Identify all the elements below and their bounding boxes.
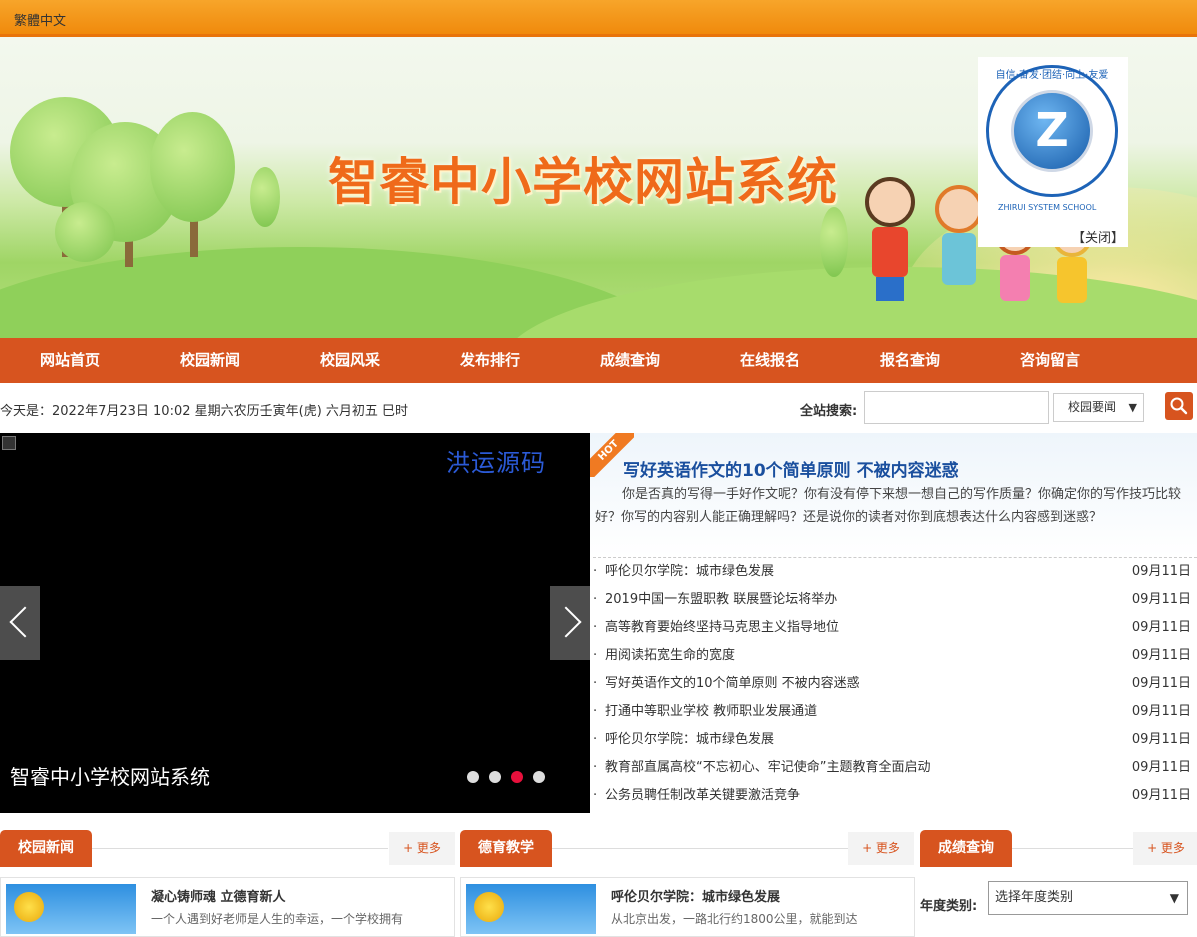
grade-year-select[interactable]: 选择年度类别 ▼	[988, 881, 1188, 915]
list-item[interactable]: · 打通中等职业学校 教师职业发展通道 09月11日	[593, 701, 1191, 729]
slider-dot[interactable]	[489, 771, 501, 783]
section-tab-campus-news[interactable]: 校园新闻	[0, 830, 92, 867]
list-item[interactable]: · 2019中国一东盟职教 联展暨论坛将举办 09月11日	[593, 589, 1191, 617]
news-thumbnail	[466, 884, 596, 934]
tree-illustration	[250, 167, 280, 227]
news-card[interactable]: 凝心铸师魂 立德育新人 一个人遇到好老师是人生的幸运，一个学校拥有	[0, 877, 455, 937]
nav-item-online-signup[interactable]: 在线报名	[700, 338, 840, 383]
nav-item-home[interactable]: 网站首页	[0, 338, 140, 383]
search-icon	[1170, 397, 1188, 415]
news-thumbnail	[6, 884, 136, 934]
tree-illustration	[55, 202, 115, 262]
slider-caption: 智睿中小学校网站系统	[10, 765, 210, 789]
banner: 智睿中小学校网站系统 自信·奋发·团结·向上·友爱 Z ZHIRUI SYSTE…	[0, 37, 1197, 338]
divider	[593, 557, 1197, 558]
nav-item-campus-style[interactable]: 校园风采	[280, 338, 420, 383]
more-link[interactable]: + 更多	[1133, 832, 1197, 865]
date-display: 今天是：2022年7月23日 10:02 星期六农历壬寅年(虎) 六月初五 巳时	[0, 404, 409, 419]
section-tab-grade-query[interactable]: 成绩查询	[920, 830, 1012, 867]
list-item[interactable]: · 用阅读拓宽生命的宽度 09月11日	[593, 645, 1191, 673]
slider-prev-button[interactable]	[0, 586, 40, 660]
watermark: 洪运源码	[446, 449, 546, 477]
banner-title: 智睿中小学校网站系统	[328, 153, 838, 211]
tree-illustration	[150, 112, 235, 222]
news-card[interactable]: 呼伦贝尔学院：城市绿色发展 从北京出发，一路北行约1800公里，就能到达	[460, 877, 915, 937]
grade-year-label: 年度类别:	[920, 899, 978, 914]
nav-item-message[interactable]: 咨询留言	[980, 338, 1120, 383]
nav-item-campus-news[interactable]: 校园新闻	[140, 338, 280, 383]
school-logo-popup: 自信·奋发·团结·向上·友爱 Z ZHIRUI SYSTEM SCHOOL 【关…	[978, 57, 1128, 247]
slider-dot[interactable]	[533, 771, 545, 783]
nav-item-grades[interactable]: 成绩查询	[560, 338, 700, 383]
child-illustration	[935, 185, 983, 233]
section-tab-moral-education[interactable]: 德育教学	[460, 830, 552, 867]
card-title[interactable]: 呼伦贝尔学院：城市绿色发展	[611, 886, 780, 905]
card-title[interactable]: 凝心铸师魂 立德育新人	[151, 886, 286, 905]
nav-item-ranking[interactable]: 发布排行	[420, 338, 560, 383]
chevron-down-icon: ▼	[1128, 401, 1137, 414]
broken-image-icon	[2, 436, 16, 450]
top-bar: 繁體中文	[0, 0, 1197, 37]
list-item[interactable]: · 教育部直属高校“不忘初心、牢记使命”主题教育全面启动 09月11日	[593, 757, 1191, 785]
school-logo: 自信·奋发·团结·向上·友爱 Z	[986, 65, 1118, 197]
list-item[interactable]: · 呼伦贝尔学院：城市绿色发展 09月11日	[593, 561, 1191, 589]
search-input[interactable]	[864, 391, 1049, 424]
close-logo-link[interactable]: 【关闭】	[1072, 227, 1124, 246]
nav-item-signup-query[interactable]: 报名查询	[840, 338, 980, 383]
search-button[interactable]	[1165, 392, 1193, 420]
traditional-chinese-link[interactable]: 繁體中文	[14, 10, 66, 29]
news-list: · 呼伦贝尔学院：城市绿色发展 09月11日 · 2019中国一东盟职教 联展暨论坛将…	[593, 561, 1191, 813]
logo-school-name: ZHIRUI SYSTEM SCHOOL	[998, 203, 1097, 212]
slider-next-button[interactable]	[550, 586, 590, 660]
more-link[interactable]: + 更多	[389, 832, 455, 865]
hot-summary: 你是否真的写得一手好作文呢？你有没有停下来想一想自己的写作质量？你确定你的写作技…	[595, 487, 1182, 525]
section-grade-query: 成绩查询 + 更多	[920, 830, 1197, 868]
hot-article: HOT 写好英语作文的10个简单原则 不被内容迷惑 你是否真的写得一手好作文呢？…	[590, 433, 1197, 557]
list-item[interactable]: · 高等教育要始终坚持马克思主义指导地位 09月11日	[593, 617, 1191, 645]
list-item[interactable]: · 公务员聘任制改革关键要激活竞争 09月11日	[593, 785, 1191, 813]
search-category-select[interactable]: 校园要闻 ▼	[1053, 393, 1144, 422]
list-item[interactable]: · 呼伦贝尔学院：城市绿色发展 09月11日	[593, 729, 1191, 757]
tree-illustration	[820, 207, 848, 277]
slider-dot-active[interactable]	[511, 771, 523, 783]
slider-dot[interactable]	[467, 771, 479, 783]
chevron-down-icon: ▼	[1169, 891, 1179, 905]
section-moral-education: 德育教学 + 更多	[460, 830, 915, 868]
main-nav: 网站首页 校园新闻 校园风采 发布排行 成绩查询 在线报名 报名查询 咨询留言	[0, 338, 1197, 383]
hot-headline[interactable]: 写好英语作文的10个简单原则 不被内容迷惑	[623, 456, 959, 481]
child-illustration	[865, 177, 915, 227]
more-link[interactable]: + 更多	[848, 832, 914, 865]
search-label: 全站搜索:	[800, 404, 858, 419]
image-slider: 洪运源码 智睿中小学校网站系统	[0, 433, 590, 813]
list-item[interactable]: · 写好英语作文的10个简单原则 不被内容迷惑 09月11日	[593, 673, 1191, 701]
section-campus-news: 校园新闻 + 更多	[0, 830, 455, 868]
